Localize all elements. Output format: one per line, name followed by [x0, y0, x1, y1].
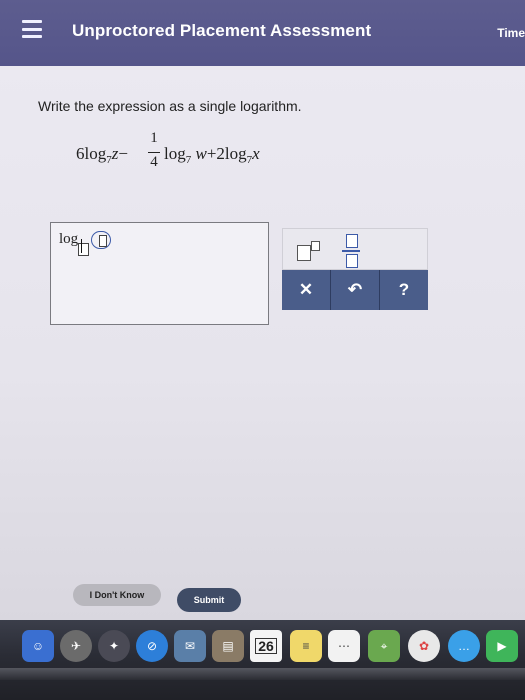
answer-log-prefix: log [59, 231, 79, 247]
dont-know-button[interactable]: I Don't Know [73, 584, 161, 606]
page-title: Unproctored Placement Assessment [72, 21, 372, 40]
calendar-icon[interactable]: 26 [250, 630, 282, 662]
undo-button[interactable]: ↶ [331, 270, 380, 310]
fraction-numerator: 1 [150, 130, 158, 146]
submit-button[interactable]: Submit [177, 588, 241, 612]
mail-icon[interactable]: ✉ [174, 630, 206, 662]
calendar-day: 26 [255, 638, 277, 654]
reminders-icon[interactable]: ⋯ [328, 630, 360, 662]
header-bar: Unproctored Placement Assessment Time [0, 0, 525, 66]
photos-icon[interactable]: ✿ [408, 630, 440, 662]
palette-actions: ✕ ↶ ? [282, 270, 428, 310]
finder-icon[interactable]: ☺ [22, 630, 54, 662]
term3-var: x [252, 144, 260, 163]
facetime-icon[interactable]: ▶ [486, 630, 518, 662]
term1-coef: 6log [76, 144, 107, 163]
term2-log: log [164, 144, 186, 163]
minus-sign: − [118, 144, 128, 163]
term2-var: w [195, 144, 207, 163]
text-cursor [81, 239, 82, 253]
term2-base: 7 [185, 154, 192, 166]
exponent-template-button[interactable] [289, 235, 323, 265]
argument-placeholder[interactable] [99, 235, 107, 247]
help-button[interactable]: ? [380, 270, 428, 310]
menu-icon[interactable] [22, 20, 42, 38]
mission-control-icon[interactable]: ✦ [98, 630, 130, 662]
page: Unproctored Placement Assessment Time Wr… [0, 0, 525, 620]
fraction-denominator: 4 [150, 154, 158, 170]
maps-icon[interactable]: ⌖ [368, 630, 400, 662]
argument-parentheses[interactable] [91, 231, 111, 249]
notes-icon[interactable]: ≡ [290, 630, 322, 662]
term3-coef: 2log [216, 144, 247, 163]
safari-icon[interactable]: ⊘ [136, 630, 168, 662]
plus-sign: + [206, 144, 217, 163]
contacts-icon[interactable]: ▤ [212, 630, 244, 662]
palette-templates [282, 228, 428, 270]
question-prompt: Write the expression as a single logarit… [38, 98, 302, 114]
base-placeholder[interactable] [78, 243, 89, 256]
fraction-bar [148, 152, 160, 153]
mac-dock: ☺ ✈ ✦ ⊘ ✉ ▤ 26 ≡ ⋯ ⌖ ✿ … ▶ [0, 620, 525, 700]
fraction-template-button[interactable] [337, 232, 365, 268]
launchpad-icon[interactable]: ✈ [60, 630, 92, 662]
timer-label[interactable]: Time [497, 26, 525, 40]
math-palette: ✕ ↶ ? [282, 228, 428, 310]
messages-icon[interactable]: … [448, 630, 480, 662]
dock-shelf [0, 668, 525, 680]
answer-input[interactable]: log [50, 222, 269, 325]
clear-button[interactable]: ✕ [282, 270, 331, 310]
